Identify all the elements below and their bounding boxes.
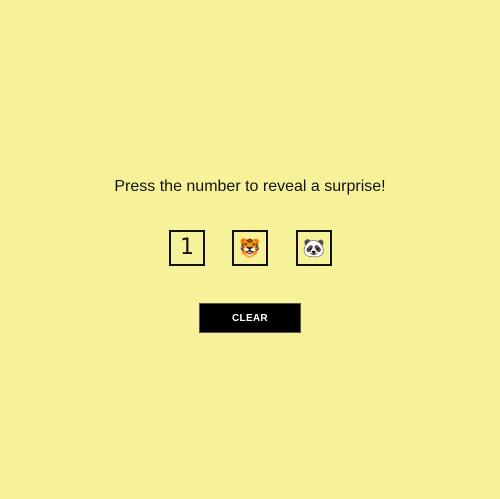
clear-button[interactable]: CLEAR	[199, 303, 301, 333]
panda-face-icon: 🐼	[302, 238, 326, 258]
prompt-text: Press the number to reveal a surprise!	[114, 178, 386, 195]
tiger-face-icon: 🐯	[238, 238, 262, 258]
tile-row: 1 🐯 🐼	[0, 230, 500, 266]
tiger-tile[interactable]: 🐯	[232, 230, 268, 266]
tile-number: 1	[180, 235, 194, 260]
panda-tile[interactable]: 🐼	[296, 230, 332, 266]
number-tile-1[interactable]: 1	[169, 230, 205, 266]
